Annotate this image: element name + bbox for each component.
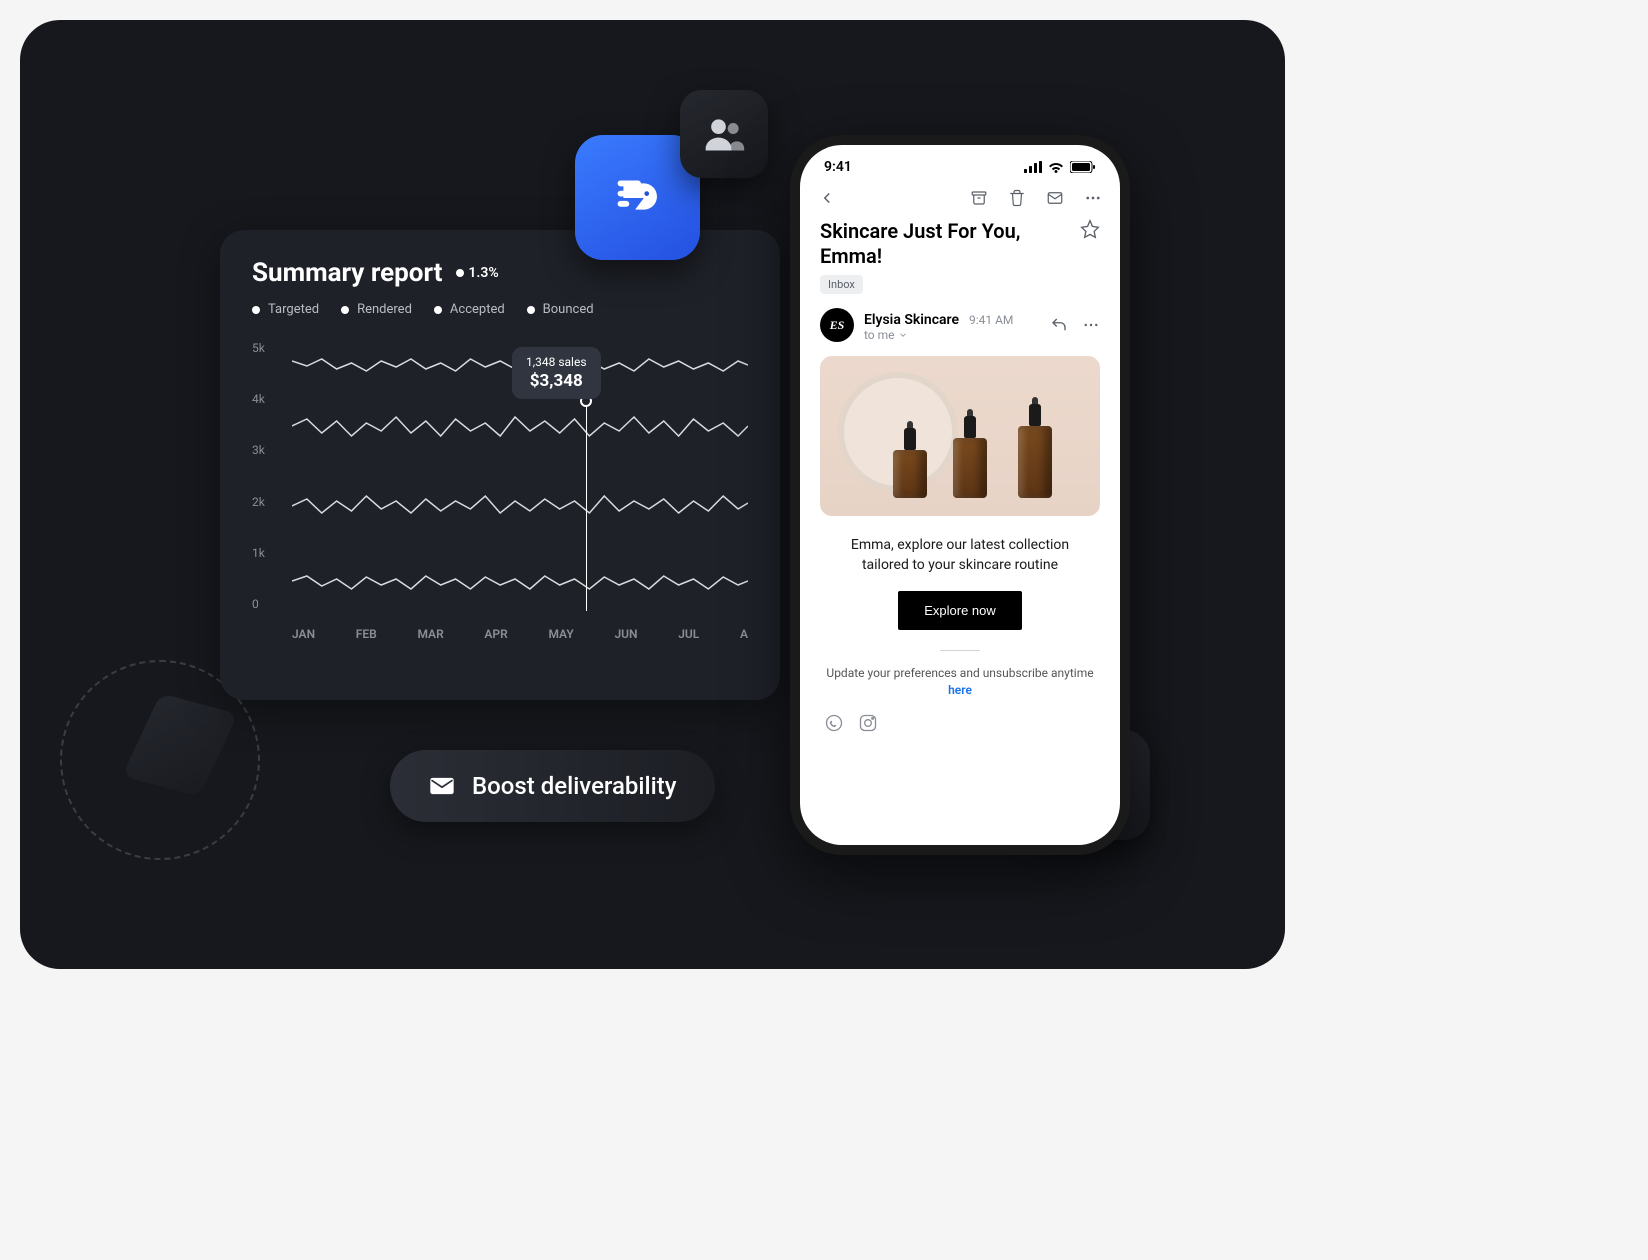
back-icon[interactable] <box>818 189 836 207</box>
envelope-icon <box>428 772 456 800</box>
boost-label: Boost deliverability <box>472 772 677 800</box>
unsubscribe-link[interactable]: here <box>948 683 972 697</box>
x-axis-labels: JAN FEB MAR APR MAY JUN JUL A <box>292 627 748 641</box>
chart-tooltip: 1,348 sales $3,348 <box>512 347 601 399</box>
chevron-down-icon[interactable] <box>898 330 908 340</box>
tooltip-value: $3,348 <box>526 371 587 391</box>
chart-legend: Targeted Rendered Accepted Bounced <box>252 302 748 317</box>
signal-icon <box>1024 161 1042 173</box>
status-time: 9:41 <box>824 159 852 175</box>
sender-avatar: ES <box>820 308 854 342</box>
sender-time: 9:41 AM <box>969 313 1013 327</box>
battery-icon <box>1070 161 1096 173</box>
whatsapp-icon[interactable] <box>824 713 844 733</box>
status-bar: 9:41 <box>800 145 1120 181</box>
wifi-icon <box>1048 161 1064 173</box>
email-footer: Update your preferences and unsubscribe … <box>820 665 1100 699</box>
sender-row: ES Elysia Skincare 9:41 AM to me <box>820 308 1100 342</box>
phone-mockup: 9:41 <box>790 135 1130 855</box>
sender-to: to me <box>864 328 895 342</box>
divider <box>940 650 980 651</box>
legend-accepted: Accepted <box>434 302 505 317</box>
mail-icon[interactable] <box>1046 189 1064 207</box>
status-indicators <box>1024 161 1096 173</box>
y-axis-labels: 5k 4k 3k 2k 1k 0 <box>252 341 282 611</box>
sender-name: Elysia Skincare <box>864 312 959 328</box>
report-title: Summary report <box>252 258 442 288</box>
chart-area: 5k 4k 3k 2k 1k 0 1,348 sales <box>252 341 748 641</box>
trash-icon[interactable] <box>1008 189 1026 207</box>
hero-canvas: Summary report 1.3% Targeted Rendered Ac… <box>20 20 1285 969</box>
star-icon[interactable] <box>1080 219 1100 239</box>
report-delta: 1.3% <box>456 265 498 281</box>
tooltip-guideline <box>586 401 587 611</box>
email-body-text: Emma, explore our latest collection tail… <box>820 536 1100 575</box>
more-options-icon[interactable] <box>1082 316 1100 334</box>
archive-icon[interactable] <box>970 189 988 207</box>
mail-toolbar <box>800 181 1120 215</box>
tooltip-label: 1,348 sales <box>526 355 587 369</box>
social-icons <box>820 713 1100 733</box>
legend-rendered: Rendered <box>341 302 412 317</box>
instagram-icon[interactable] <box>858 713 878 733</box>
mail-subject: Skincare Just For You, Emma! <box>820 219 1070 269</box>
explore-now-button[interactable]: Explore now <box>898 591 1022 630</box>
summary-report-card: Summary report 1.3% Targeted Rendered Ac… <box>220 230 780 700</box>
people-icon <box>680 90 768 178</box>
inbox-badge: Inbox <box>820 275 863 294</box>
footer-text: Update your preferences and unsubscribe … <box>826 666 1093 680</box>
boost-deliverability-pill[interactable]: Boost deliverability <box>390 750 715 822</box>
phone-screen: 9:41 <box>800 145 1120 845</box>
reply-icon[interactable] <box>1050 316 1068 334</box>
legend-bounced: Bounced <box>527 302 594 317</box>
product-hero-image <box>820 356 1100 516</box>
legend-targeted: Targeted <box>252 302 319 317</box>
more-icon[interactable] <box>1084 189 1102 207</box>
